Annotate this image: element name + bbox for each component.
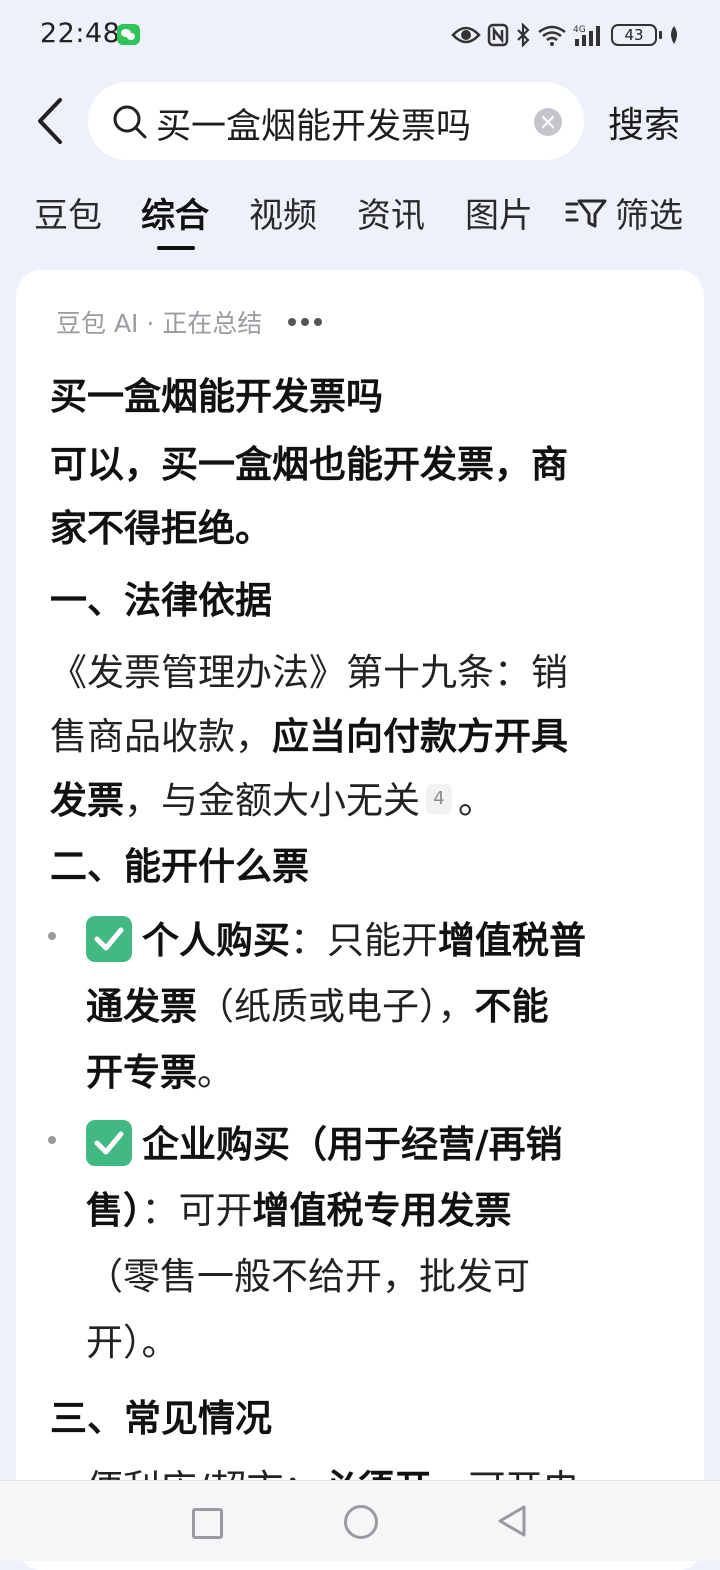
filter-label: 筛选: [615, 196, 683, 236]
list-item-line: 售）：可开增值税专用发票: [86, 1180, 512, 1234]
eye-icon: [451, 26, 481, 44]
bold-text: 增值税普: [438, 919, 586, 962]
bold-text: 不能: [474, 985, 549, 1028]
list-item: 企业购买（用于经营/再销: [86, 1114, 563, 1170]
home-button[interactable]: [344, 1505, 378, 1539]
battery-tip: [659, 31, 662, 39]
list-item-line: 开专票。: [86, 1042, 234, 1096]
bold-text: 增值税专用发票: [252, 1189, 512, 1232]
text-span: ：可开: [141, 1189, 253, 1232]
bold-text: 发票: [50, 779, 124, 822]
text-span: ：只能开: [290, 919, 438, 962]
text-span: 。: [197, 1051, 234, 1094]
bold-text: 通发票: [86, 985, 197, 1028]
nav-back-button[interactable]: [496, 1503, 528, 1539]
status-bar: 22:48 4G 43: [0, 0, 720, 70]
bullet-dot: [48, 1136, 56, 1144]
back-button[interactable]: [30, 96, 74, 146]
tab-doubao[interactable]: 豆包: [34, 188, 102, 237]
bold-text: 应当向付款方开具: [272, 715, 568, 758]
leaf-icon: [671, 26, 677, 44]
battery-indicator: 43: [611, 24, 657, 46]
filter-icon: [565, 199, 607, 227]
summary-line: 可以，买一盒烟也能开发票，商: [50, 443, 568, 486]
tab-news[interactable]: 资讯: [357, 188, 425, 237]
checkmark-icon: [86, 915, 132, 962]
ai-answer-card: 豆包 AI · 正在总结 买一盒烟能开发票吗 可以，买一盒烟也能开发票，商 家不…: [16, 270, 704, 1570]
loading-dots-icon: [288, 318, 322, 326]
recent-apps-button[interactable]: [192, 1508, 223, 1539]
section-heading: 三、常见情况: [50, 1397, 272, 1440]
tab-comprehensive[interactable]: 综合: [141, 188, 209, 237]
wifi-icon: [538, 25, 566, 46]
search-tabs: 豆包 综合 视频 资讯 图片 筛选: [0, 188, 720, 250]
bold-text: 个人购买: [142, 919, 290, 962]
bold-text: 企业购买（用于经营/再销: [142, 1123, 563, 1166]
cellular-signal-icon: 4G: [573, 25, 600, 46]
text-span: （纸质或电子），: [197, 985, 475, 1028]
answer-title: 买一盒烟能开发票吗: [50, 375, 383, 418]
list-item-line: 开）。: [86, 1321, 179, 1364]
paragraph-line: 《发票管理办法》第十九条：销: [50, 651, 568, 694]
text-span: 售商品收款，: [50, 715, 272, 758]
bold-text: 售）: [86, 1189, 142, 1232]
search-header: 买一盒烟能开发票吗 搜索: [0, 80, 720, 162]
text-span: 。: [458, 779, 495, 822]
bold-text: 开专票: [86, 1051, 197, 1094]
text-span: ，与金额大小无关: [124, 779, 420, 822]
paragraph-line: 售商品收款，应当向付款方开具: [50, 706, 568, 760]
summary-line: 家不得拒绝。: [50, 507, 272, 550]
section-heading: 二、能开什么票: [50, 845, 309, 888]
status-icons: 4G 43: [451, 20, 680, 50]
search-icon: [113, 105, 147, 139]
ai-status-text: 豆包 AI · 正在总结: [56, 309, 263, 338]
list-item-line: （零售一般不给开，批发可: [86, 1255, 530, 1298]
search-input[interactable]: 买一盒烟能开发票吗: [88, 82, 584, 160]
list-item-line: 通发票（纸质或电子），不能: [86, 976, 549, 1030]
clear-icon[interactable]: [534, 108, 562, 136]
active-tab-indicator: [157, 246, 195, 250]
nfc-icon: [487, 23, 509, 47]
bluetooth-icon: [517, 23, 530, 47]
search-button[interactable]: 搜索: [608, 96, 680, 148]
section-heading: 一、法律依据: [50, 579, 272, 622]
svg-text:4G: 4G: [573, 25, 586, 35]
chevron-left-icon: [38, 98, 62, 144]
checkmark-icon: [86, 1119, 132, 1166]
paragraph-line: 发票，与金额大小无关 4。: [50, 770, 495, 824]
wechat-notification-icon: [117, 24, 140, 45]
reference-badge[interactable]: 4: [426, 783, 452, 814]
tab-images[interactable]: 图片: [465, 188, 533, 237]
bullet-dot: [48, 932, 56, 940]
status-time: 22:48: [40, 18, 121, 49]
search-query-text[interactable]: 买一盒烟能开发票吗: [156, 98, 526, 149]
list-item: 个人购买：只能开增值税普: [86, 910, 586, 966]
system-navigation-bar: [0, 1480, 720, 1561]
tab-video[interactable]: 视频: [249, 188, 317, 237]
filter-button[interactable]: 筛选: [565, 188, 683, 237]
